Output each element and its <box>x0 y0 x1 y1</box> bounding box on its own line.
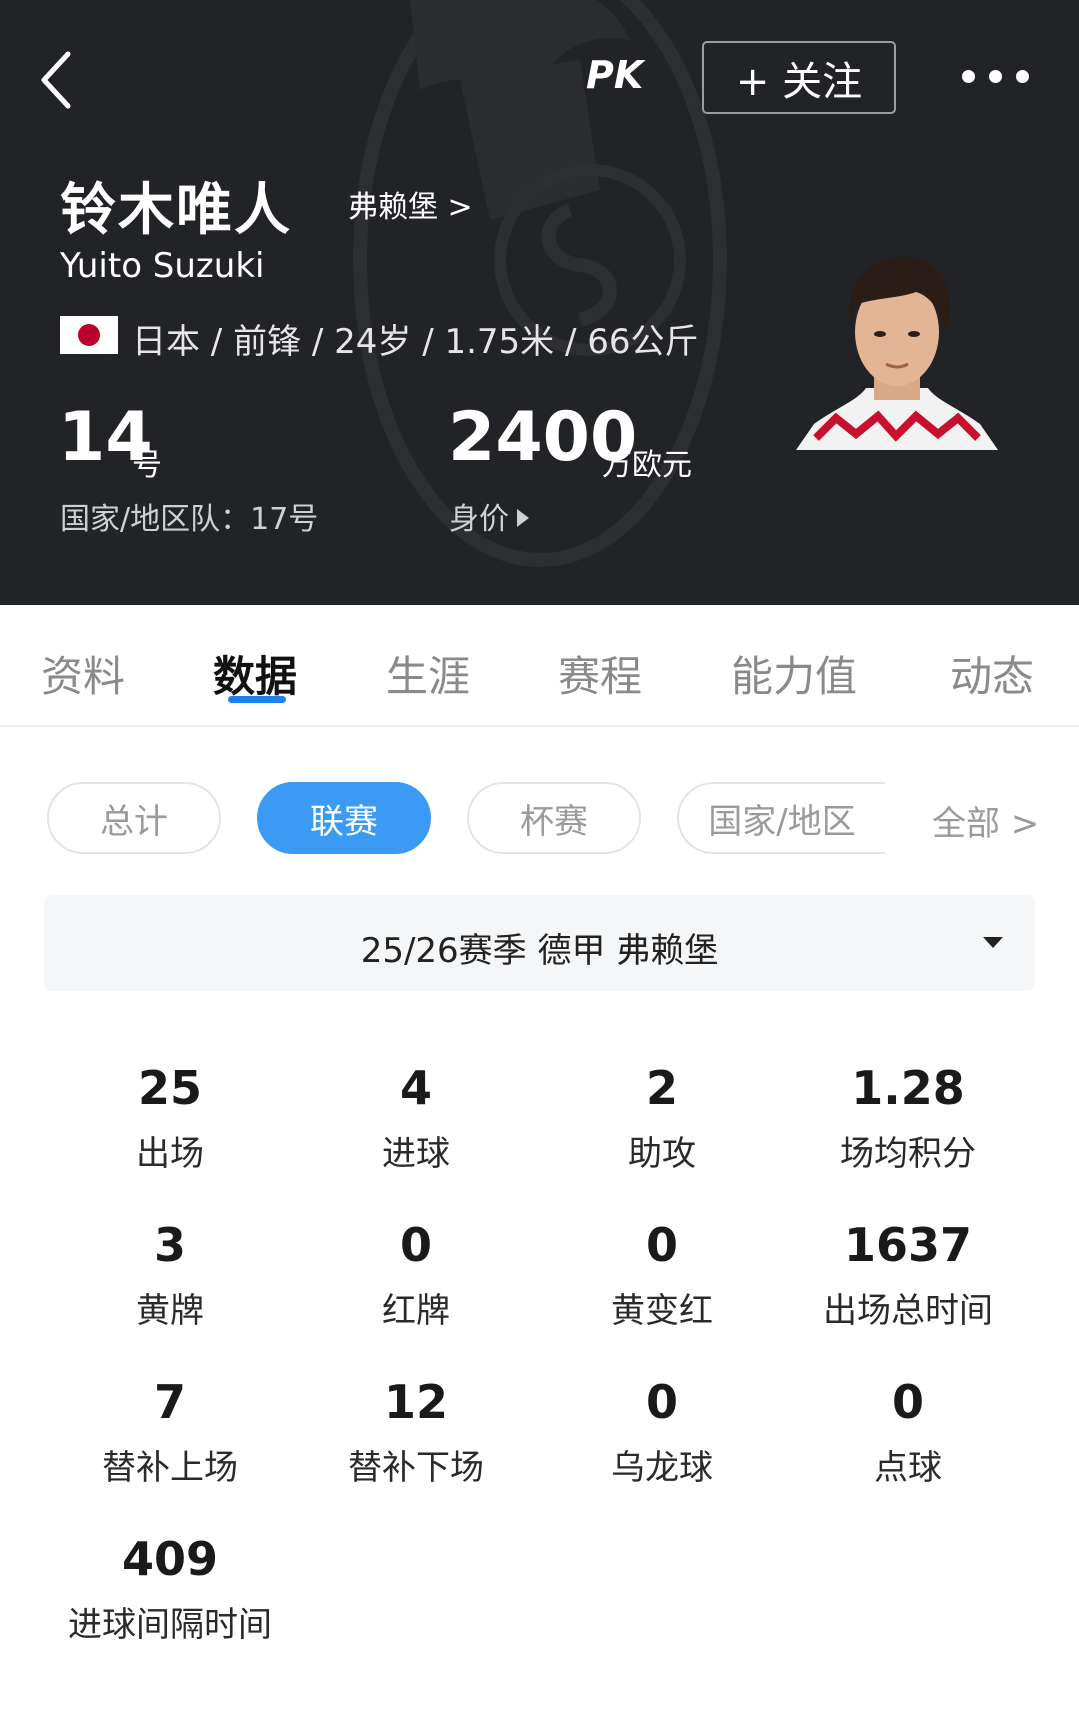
tab-profile[interactable]: 资料 <box>41 643 125 704</box>
stat-value: 3 <box>153 1218 186 1272</box>
season-selector-label: 25/26赛季 德甲 弗赖堡 <box>360 931 719 971</box>
filter-fade <box>884 776 932 860</box>
player-bio: 日本 / 前锋 / 24岁 / 1.75米 / 66公斤 <box>132 322 699 362</box>
national-team-number: 国家/地区队：17号 <box>60 502 319 537</box>
stat-second-yellow: 0 黄变红 <box>539 1217 785 1332</box>
player-name-cn: 铃木唯人 <box>60 178 292 243</box>
stat-value: 2 <box>645 1061 678 1115</box>
back-chevron-icon[interactable] <box>36 48 76 112</box>
stat-value: 1637 <box>843 1218 973 1272</box>
stat-points-per-game: 1.28 场均积分 <box>785 1060 1031 1175</box>
stat-yellow-cards: 3 黄牌 <box>47 1217 293 1332</box>
filter-national[interactable]: 国家/地区 <box>677 782 885 854</box>
filter-cup[interactable]: 杯赛 <box>467 782 641 854</box>
dropdown-caret-icon[interactable] <box>983 937 1003 948</box>
stat-penalties: 0 点球 <box>785 1374 1031 1489</box>
tab-schedule[interactable]: 赛程 <box>558 643 642 704</box>
player-header: PK + 关注 铃木唯人 弗赖堡 > Yuito Suzuki 日本 / 前锋 … <box>0 0 1079 605</box>
stat-label: 黄变红 <box>611 1291 713 1331</box>
app-logo-icon: PK <box>586 53 646 97</box>
stat-label: 黄牌 <box>136 1291 204 1331</box>
stat-minutes-played: 1637 出场总时间 <box>785 1217 1031 1332</box>
stat-appearances: 25 出场 <box>47 1060 293 1175</box>
stat-value: 0 <box>891 1375 924 1429</box>
stat-value: 12 <box>383 1375 448 1429</box>
play-arrow-icon <box>517 509 529 527</box>
stat-value: 0 <box>399 1218 432 1272</box>
stat-label: 助攻 <box>628 1134 696 1174</box>
stat-value: 4 <box>399 1061 432 1115</box>
tab-bar: 资料 数据 生涯 赛程 能力值 动态 <box>0 605 1079 727</box>
stat-label: 出场 <box>136 1134 204 1174</box>
tab-career[interactable]: 生涯 <box>386 643 470 704</box>
shirt-number-unit: 号 <box>132 448 162 483</box>
stat-value: 25 <box>137 1061 202 1115</box>
club-crest-watermark-icon <box>353 0 727 567</box>
filter-league[interactable]: 联赛 <box>257 782 431 854</box>
player-name-en: Yuito Suzuki <box>60 246 265 286</box>
filter-total[interactable]: 总计 <box>47 782 221 854</box>
tab-stats[interactable]: 数据 <box>213 643 297 704</box>
all-filters-link[interactable]: 全部 > <box>932 796 1039 845</box>
stat-value: 0 <box>645 1218 678 1272</box>
stat-value: 409 <box>121 1532 219 1586</box>
stat-minutes-per-goal: 409 进球间隔时间 <box>47 1531 293 1646</box>
market-value-link[interactable]: 身价 <box>449 494 529 538</box>
stat-own-goals: 0 乌龙球 <box>539 1374 785 1489</box>
market-value-label: 身价 <box>449 502 509 537</box>
stat-assists: 2 助攻 <box>539 1060 785 1175</box>
stat-value: 1.28 <box>851 1061 965 1115</box>
stat-sub-off: 12 替补下场 <box>293 1374 539 1489</box>
stat-goals: 4 进球 <box>293 1060 539 1175</box>
svg-text:PK: PK <box>586 53 646 97</box>
more-options-icon[interactable] <box>962 62 1034 90</box>
stat-value: 7 <box>153 1375 186 1429</box>
market-value-unit: 万欧元 <box>602 448 692 483</box>
stat-sub-on: 7 替补上场 <box>47 1374 293 1489</box>
stat-label: 替补上场 <box>102 1448 238 1488</box>
season-selector[interactable]: 25/26赛季 德甲 弗赖堡 <box>44 895 1035 991</box>
japan-flag-icon <box>60 316 118 354</box>
stat-label: 乌龙球 <box>611 1448 713 1488</box>
stat-value: 0 <box>645 1375 678 1429</box>
player-photo <box>796 256 998 450</box>
active-tab-indicator <box>228 696 286 703</box>
stat-label: 替补下场 <box>348 1448 484 1488</box>
stat-label: 进球间隔时间 <box>68 1605 272 1645</box>
stat-label: 场均积分 <box>840 1134 976 1174</box>
stat-label: 进球 <box>382 1134 450 1174</box>
club-link[interactable]: 弗赖堡 > <box>348 182 473 226</box>
follow-button[interactable]: + 关注 <box>702 41 896 114</box>
stat-red-cards: 0 红牌 <box>293 1217 539 1332</box>
stat-label: 红牌 <box>382 1291 450 1331</box>
stat-label: 出场总时间 <box>823 1291 993 1331</box>
tab-ability[interactable]: 能力值 <box>731 643 857 704</box>
tab-news[interactable]: 动态 <box>950 643 1034 704</box>
stat-label: 点球 <box>874 1448 942 1488</box>
